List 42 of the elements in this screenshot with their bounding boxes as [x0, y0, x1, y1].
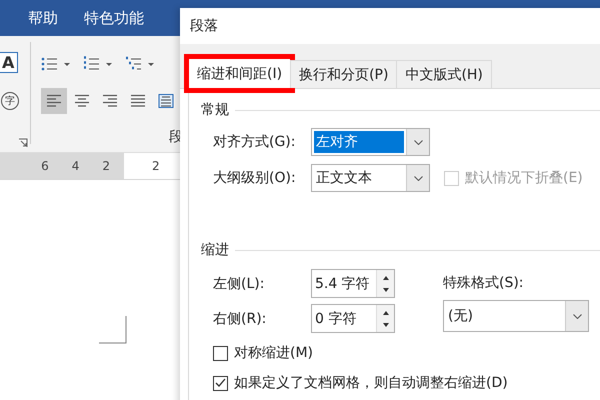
ruler-number: 2: [152, 159, 160, 173]
character-border-button[interactable]: A: [0, 52, 18, 73]
dropdown[interactable]: 正文文本: [311, 164, 430, 192]
align-lines-icon: [102, 94, 118, 108]
chevron-down-icon: [414, 176, 422, 180]
chevron-down-icon: [414, 140, 422, 144]
bullet-list-icon[interactable]: [41, 56, 71, 72]
align-lines-icon: [130, 94, 146, 108]
checkbox[interactable]: [213, 346, 228, 360]
distributed-align-icon: [158, 94, 174, 108]
field-label: 大纲级别(O):: [213, 169, 297, 187]
checkbox-label: 对称缩进(M): [234, 344, 314, 362]
align-lines-icon: [46, 94, 62, 108]
ruler-number: 4: [72, 159, 80, 173]
tab[interactable]: 换行和分页(P): [290, 60, 398, 88]
ruler-number: 2: [102, 159, 110, 173]
spin-field[interactable]: 5.4 字符: [311, 269, 395, 298]
checkbox[interactable]: [213, 376, 228, 390]
section-heading: 常规: [201, 101, 229, 119]
alignment-button[interactable]: [41, 88, 67, 114]
dialog-title: 段落: [189, 17, 219, 36]
dialog-launcher-icon[interactable]: [18, 138, 28, 148]
field-label: 右侧(R):: [213, 310, 268, 328]
field-label: 对齐方式(G):: [213, 133, 296, 151]
section-heading: 缩进: [201, 241, 229, 259]
dropdown[interactable]: 左对齐: [311, 128, 430, 156]
dropdown[interactable]: (无): [443, 300, 589, 332]
menu-item[interactable]: 帮助: [28, 8, 58, 28]
ruler-number: 6: [41, 159, 49, 173]
align-lines-icon: [74, 94, 90, 108]
checkbox-label: 如果定义了文档网格，则自动调整右缩进(D): [234, 374, 508, 392]
enclose-character-button[interactable]: 字: [1, 92, 19, 110]
numbered-list-icon[interactable]: [83, 56, 113, 72]
spin-field[interactable]: 0 字符: [311, 304, 395, 333]
margin-corner-mark: [99, 316, 127, 344]
field-label: 特殊格式(S):: [443, 274, 525, 292]
field-label: 左侧(L):: [213, 274, 266, 292]
multilevel-list-icon[interactable]: [125, 56, 155, 72]
tab[interactable]: 中文版式(H): [396, 60, 492, 88]
menu-item[interactable]: 特色功能: [84, 8, 144, 28]
chevron-down-icon: [572, 314, 582, 318]
checkbox-label: 默认情况下折叠(E): [465, 169, 583, 187]
